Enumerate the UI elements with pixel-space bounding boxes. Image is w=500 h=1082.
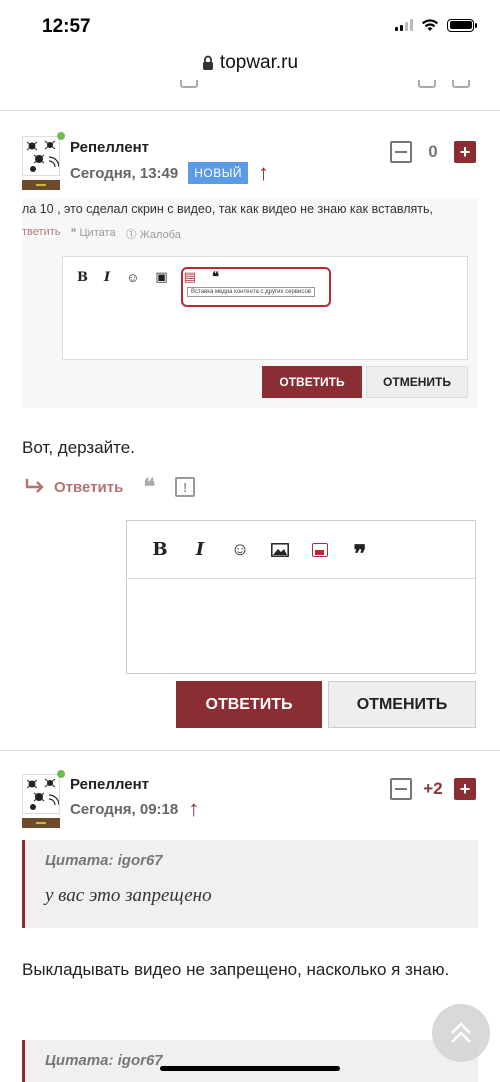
reply-textarea[interactable] [127, 579, 475, 673]
calendar-icon [418, 80, 436, 88]
image-actions: тветить ❝ Цитата ⓵ Жалоба [22, 226, 181, 241]
quote-block: Цитата: igor67 у вас это запрещено [22, 840, 478, 928]
status-time: 12:57 [42, 16, 91, 37]
comment-meta: Сегодня, 13:49 НОВЫЙ ↑ [70, 162, 269, 184]
address-bar[interactable]: topwar.ru [0, 46, 500, 80]
url-text: topwar.ru [219, 52, 299, 73]
image-cancel-button: ОТМЕНИТЬ [366, 366, 468, 398]
vote-up-button[interactable]: + [454, 778, 476, 800]
rating-value: +2 [423, 779, 443, 798]
battery-icon [447, 18, 477, 32]
double-chevron-up-icon [451, 1022, 471, 1043]
comment-author[interactable]: Репеллент [70, 776, 149, 793]
comment-text: Выкладывать видео не запрещено, наскольк… [22, 960, 450, 979]
youtube-icon[interactable] [311, 542, 329, 557]
new-badge: НОВЫЙ [188, 162, 248, 184]
reply-label: Ответить [54, 478, 124, 496]
vote-down-button[interactable] [390, 141, 412, 163]
comment-image[interactable]: ла 10 , это сделал скрин с видео, так ка… [22, 198, 478, 408]
rating-control: +2 + [390, 778, 476, 800]
reply-link[interactable]: Ответить [24, 477, 123, 497]
report-icon[interactable]: ! [175, 477, 196, 497]
submit-reply-button[interactable]: ОТВЕТИТЬ [176, 681, 322, 728]
divider [0, 110, 500, 111]
vote-up-button[interactable]: + [454, 141, 476, 163]
online-indicator [57, 770, 65, 778]
comment-time[interactable]: Сегодня, 09:18 [70, 801, 178, 818]
editor-toolbar: B I ☺ ❞ [127, 521, 475, 579]
quote-author: Цитата: igor67 [45, 852, 163, 869]
rating-value: 0 [428, 142, 438, 161]
divider [0, 750, 500, 751]
quote-icon[interactable]: ❝ [143, 474, 155, 500]
bugs-avatar-icon [26, 140, 59, 172]
comment-text: Вот, дерзайте. [22, 438, 135, 457]
image-icon[interactable] [271, 542, 289, 557]
previous-comment-remnant [0, 80, 500, 100]
quote-text: у вас это запрещено [45, 885, 212, 906]
status-bar: 12:57 [0, 0, 500, 48]
rank-badge [22, 818, 60, 828]
rank-badge [22, 180, 60, 190]
wifi-icon [422, 19, 438, 31]
cancel-reply-button[interactable]: ОТМЕНИТЬ [328, 681, 476, 728]
scroll-to-top-button[interactable] [432, 1004, 490, 1062]
comment-actions: Ответить ❝ ! [24, 474, 196, 500]
image-reply-button: ОТВЕТИТЬ [262, 366, 362, 398]
image-tooltip: Вставка медиа контента с других сервисов [187, 287, 315, 297]
italic-icon[interactable]: I [191, 539, 209, 560]
comment-meta: Сегодня, 09:18 ↑ [70, 798, 199, 820]
avatar[interactable] [22, 774, 60, 828]
vote-down-button[interactable] [390, 778, 412, 800]
rating-control: 0 + [390, 141, 476, 163]
smiley-icon[interactable]: ☺ [231, 539, 249, 560]
signal-icon [395, 19, 413, 31]
image-text: ла 10 , это сделал скрин с видео, так ка… [22, 202, 433, 216]
reply-icon [25, 479, 44, 493]
status-icons [395, 18, 477, 32]
checkbox-icon [452, 80, 470, 88]
comment-time[interactable]: Сегодня, 13:49 [70, 165, 178, 182]
reply-editor: B I ☺ ❞ [126, 520, 476, 674]
quote-insert-icon[interactable]: ❞ [351, 534, 369, 566]
home-indicator[interactable] [160, 1066, 340, 1071]
online-indicator [57, 132, 65, 140]
bold-icon[interactable]: B [151, 539, 169, 560]
bugs-avatar-icon [26, 778, 59, 810]
parent-arrow-icon[interactable]: ↑ [188, 798, 199, 820]
image-editor: B I ☺ ▣ ▤ ❝ Вставка медиа контента с дру… [62, 256, 468, 360]
lock-icon [202, 55, 213, 70]
quote-block: Цитата: igor67 [22, 1040, 478, 1082]
comment-author[interactable]: Репеллент [70, 139, 149, 156]
avatar[interactable] [22, 136, 60, 190]
checkbox-icon [180, 80, 198, 88]
parent-arrow-icon[interactable]: ↑ [258, 162, 269, 184]
